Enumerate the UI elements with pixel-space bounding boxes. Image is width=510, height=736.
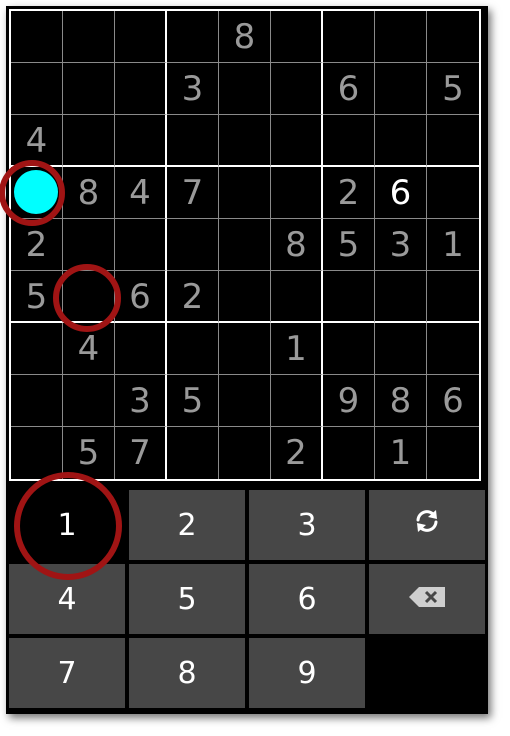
sudoku-cell-r1-c7[interactable] [323,11,375,63]
sudoku-cell-r5-c5[interactable] [219,219,271,271]
sudoku-cell-r1-c9[interactable] [427,11,479,63]
sudoku-cell-r2-c6[interactable] [271,63,323,115]
empty-slot [369,638,485,708]
sudoku-cell-r5-c1[interactable]: 2 [11,219,63,271]
sudoku-board: 83654847262853156241359865721 [9,9,481,481]
sudoku-cell-r7-c7[interactable] [323,323,375,375]
sudoku-cell-r6-c2[interactable] [63,271,115,323]
sudoku-cell-r7-c6[interactable]: 1 [271,323,323,375]
key-2[interactable]: 2 [129,490,245,560]
sudoku-cell-r4-c7[interactable]: 2 [323,167,375,219]
game-window: 83654847262853156241359865721 123456789 [0,6,488,714]
sudoku-cell-r8-c8[interactable]: 8 [375,375,427,427]
sudoku-cell-r6-c8[interactable] [375,271,427,323]
sudoku-cell-r9-c8[interactable]: 1 [375,427,427,479]
number-keypad: 123 456 789 [9,490,485,712]
sudoku-cell-r8-c2[interactable] [63,375,115,427]
sudoku-cell-r2-c4[interactable]: 3 [167,63,219,115]
key-5[interactable]: 5 [129,564,245,634]
sudoku-cell-r5-c9[interactable]: 1 [427,219,479,271]
sudoku-cell-r5-c2[interactable] [63,219,115,271]
sudoku-cell-r5-c3[interactable] [115,219,167,271]
backspace-button[interactable] [369,564,485,634]
sudoku-cell-r3-c1[interactable]: 4 [11,115,63,167]
sudoku-cell-r2-c2[interactable] [63,63,115,115]
key-8[interactable]: 8 [129,638,245,708]
selected-cell-marker [14,170,58,214]
sudoku-cell-r1-c4[interactable] [167,11,219,63]
sudoku-cell-r1-c1[interactable] [11,11,63,63]
sudoku-cell-r4-c1[interactable] [11,167,63,219]
key-9[interactable]: 9 [249,638,365,708]
sudoku-cell-r4-c9[interactable] [427,167,479,219]
sudoku-cell-r6-c9[interactable] [427,271,479,323]
sudoku-cell-r2-c1[interactable] [11,63,63,115]
sudoku-cell-r1-c5[interactable]: 8 [219,11,271,63]
sudoku-cell-r6-c6[interactable] [271,271,323,323]
sudoku-cell-r9-c7[interactable] [323,427,375,479]
sudoku-cell-r3-c3[interactable] [115,115,167,167]
sudoku-cell-r4-c4[interactable]: 7 [167,167,219,219]
sudoku-cell-r9-c1[interactable] [11,427,63,479]
sudoku-cell-r1-c3[interactable] [115,11,167,63]
sudoku-cell-r3-c5[interactable] [219,115,271,167]
sudoku-cell-r7-c1[interactable] [11,323,63,375]
sudoku-cell-r9-c6[interactable]: 2 [271,427,323,479]
sudoku-cell-r9-c2[interactable]: 5 [63,427,115,479]
sudoku-cell-r9-c5[interactable] [219,427,271,479]
sudoku-cell-r7-c4[interactable] [167,323,219,375]
key-4[interactable]: 4 [9,564,125,634]
sudoku-cell-r9-c3[interactable]: 7 [115,427,167,479]
key-3[interactable]: 3 [249,490,365,560]
key-6[interactable]: 6 [249,564,365,634]
sudoku-cell-r9-c9[interactable] [427,427,479,479]
sudoku-cell-r2-c5[interactable] [219,63,271,115]
sudoku-cell-r7-c5[interactable] [219,323,271,375]
sudoku-cell-r8-c5[interactable] [219,375,271,427]
sudoku-cell-r6-c3[interactable]: 6 [115,271,167,323]
sudoku-cell-r4-c8[interactable]: 6 [375,167,427,219]
sudoku-cell-r4-c6[interactable] [271,167,323,219]
sudoku-cell-r2-c7[interactable]: 6 [323,63,375,115]
sudoku-cell-r9-c4[interactable] [167,427,219,479]
refresh-icon [412,506,442,544]
sudoku-cell-r8-c1[interactable] [11,375,63,427]
sudoku-cell-r7-c3[interactable] [115,323,167,375]
sudoku-cell-r1-c2[interactable] [63,11,115,63]
sudoku-cell-r3-c2[interactable] [63,115,115,167]
sudoku-cell-r6-c1[interactable]: 5 [11,271,63,323]
sudoku-cell-r8-c3[interactable]: 3 [115,375,167,427]
sudoku-cell-r8-c7[interactable]: 9 [323,375,375,427]
key-1[interactable]: 1 [9,490,125,560]
sudoku-cell-r5-c8[interactable]: 3 [375,219,427,271]
sudoku-cell-r3-c7[interactable] [323,115,375,167]
backspace-icon [407,582,447,617]
sudoku-cell-r4-c5[interactable] [219,167,271,219]
sudoku-cell-r4-c2[interactable]: 8 [63,167,115,219]
sudoku-cell-r8-c4[interactable]: 5 [167,375,219,427]
sudoku-cell-r3-c8[interactable] [375,115,427,167]
sudoku-cell-r1-c8[interactable] [375,11,427,63]
key-7[interactable]: 7 [9,638,125,708]
sudoku-cell-r6-c4[interactable]: 2 [167,271,219,323]
sudoku-cell-r3-c4[interactable] [167,115,219,167]
refresh-button[interactable] [369,490,485,560]
sudoku-cell-r5-c4[interactable] [167,219,219,271]
sudoku-cell-r7-c9[interactable] [427,323,479,375]
sudoku-cell-r5-c7[interactable]: 5 [323,219,375,271]
sudoku-cell-r2-c8[interactable] [375,63,427,115]
sudoku-cell-r7-c2[interactable]: 4 [63,323,115,375]
sudoku-cell-r2-c9[interactable]: 5 [427,63,479,115]
sudoku-cell-r5-c6[interactable]: 8 [271,219,323,271]
sudoku-cell-r3-c6[interactable] [271,115,323,167]
sudoku-cell-r7-c8[interactable] [375,323,427,375]
sudoku-cell-r2-c3[interactable] [115,63,167,115]
sudoku-cell-r8-c9[interactable]: 6 [427,375,479,427]
sudoku-cell-r6-c7[interactable] [323,271,375,323]
sudoku-cell-r8-c6[interactable] [271,375,323,427]
sudoku-cell-r4-c3[interactable]: 4 [115,167,167,219]
sudoku-cell-r1-c6[interactable] [271,11,323,63]
sudoku-cell-r6-c5[interactable] [219,271,271,323]
sudoku-cell-r3-c9[interactable] [427,115,479,167]
